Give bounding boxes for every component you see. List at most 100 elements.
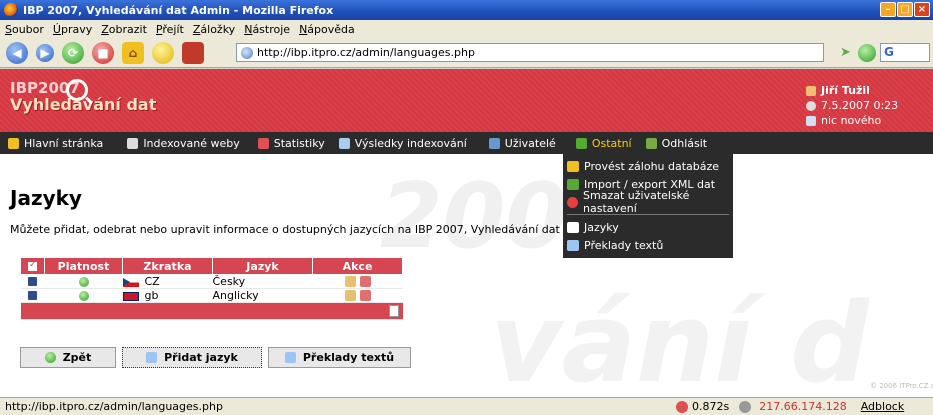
go-arrow-icon[interactable]: ➤ <box>840 45 858 61</box>
table-row: CZ Česky <box>20 274 403 289</box>
nav-label: Odhlásit <box>661 136 708 150</box>
minimize-button[interactable]: – <box>880 2 896 17</box>
menu-nastroje[interactable]: Nástroje <box>244 23 290 36</box>
news-text[interactable]: nic nového <box>821 113 881 128</box>
clock-icon <box>806 100 816 111</box>
flag-cz-icon <box>122 277 139 287</box>
menu-bar: Soubor Úpravy Zobrazit Přejít Záložky Ná… <box>0 20 933 38</box>
delete-icon[interactable] <box>359 290 371 301</box>
language-code: gb <box>144 289 159 302</box>
back-button[interactable]: Zpět <box>20 347 116 368</box>
back-arrow-icon <box>44 352 56 363</box>
translations-button[interactable]: Překlady textů <box>268 347 411 368</box>
book-icon <box>127 137 139 149</box>
nav-item-indexovane-weby[interactable]: Indexované weby <box>119 136 240 150</box>
col-zkratka: Zkratka <box>122 257 213 275</box>
nav-item-ostatni[interactable]: Ostatní <box>568 137 632 150</box>
back-icon[interactable]: ◀ <box>6 41 28 64</box>
language-name: Česky <box>212 274 313 289</box>
nav-item-statistiky[interactable]: Statistiky <box>250 137 325 150</box>
magnifier-icon <box>66 79 88 101</box>
navigation-toolbar: ◀ ▶ ⟳ ■ ⌂ http://ibp.itpro.cz/admin/lang… <box>0 38 933 68</box>
home-icon[interactable]: ⌂ <box>122 41 144 64</box>
maximize-button[interactable]: □ <box>897 2 913 17</box>
ostatni-dropdown: Provést zálohu databáze Import / export … <box>563 154 733 258</box>
menu-item-reset[interactable]: Smazat uživatelské nastavení <box>563 189 733 215</box>
delete-icon[interactable] <box>359 276 371 287</box>
close-button[interactable]: × <box>914 2 930 17</box>
page-icon[interactable] <box>388 305 399 317</box>
user-icon <box>806 85 816 96</box>
menu-prejit[interactable]: Přejít <box>156 23 184 36</box>
col-akce: Akce <box>312 257 403 275</box>
nav-item-vysledky-indexovani[interactable]: Výsledky indexování <box>331 137 467 150</box>
nav-item-uzivatele[interactable]: Uživatelé <box>481 137 556 150</box>
status-url: http://ibp.itpro.cz/admin/languages.php <box>5 400 223 413</box>
nav-item-hlavni-stranka[interactable]: Hlavní stránka <box>0 137 103 150</box>
delete-circle-icon <box>567 196 578 208</box>
row-checkbox[interactable] <box>28 291 37 300</box>
user-name: Jiří Tužil <box>821 84 870 97</box>
puzzle-icon <box>575 137 587 149</box>
nav-item-odhlasit[interactable]: Odhlásit <box>638 136 708 150</box>
user-info: Jiří Tužil 7.5.2007 0:23 nic nového <box>806 83 898 128</box>
adblock-label[interactable]: Adblock <box>861 400 905 413</box>
status-bar: http://ibp.itpro.cz/admin/languages.php … <box>0 397 933 415</box>
status-right: 0.872s 217.66.174.128 Adblock <box>676 400 904 413</box>
nav-label: Indexované weby <box>143 136 240 150</box>
users-icon <box>488 137 500 149</box>
bulb-icon[interactable] <box>152 41 174 64</box>
language-name: Anglicky <box>212 288 313 303</box>
ip-address: 217.66.174.128 <box>759 400 847 413</box>
edit-icon[interactable] <box>344 290 356 301</box>
datetime: 7.5.2007 0:23 <box>821 99 899 112</box>
reload-icon[interactable]: ⟳ <box>62 41 84 64</box>
valid-icon <box>78 290 89 301</box>
add-language-button[interactable]: Přidat jazyk <box>122 347 262 368</box>
table-header-row: Platnost Zkratka Jazyk Akce <box>20 257 403 275</box>
language-code: CZ <box>144 275 160 288</box>
menu-soubor[interactable]: Soubor <box>5 23 44 36</box>
timer-icon <box>676 400 688 413</box>
menu-zalozky[interactable]: Záložky <box>193 23 235 36</box>
stop-icon[interactable]: ■ <box>92 41 114 64</box>
web-page: IBP2007 Vyhledávání dat Jiří Tužil 7.5.2… <box>0 69 933 397</box>
google-icon: G <box>884 45 894 59</box>
page-title: Jazyky <box>10 186 82 210</box>
address-bar[interactable]: http://ibp.itpro.cz/admin/languages.php <box>236 43 824 62</box>
menu-zobrazit[interactable]: Zobrazit <box>101 23 147 36</box>
window-title-bar: IBP 2007, Vyhledávání dat Admin - Mozill… <box>0 0 933 20</box>
edit-icon[interactable] <box>344 276 356 287</box>
bookmark-icon[interactable] <box>182 41 204 64</box>
languages-table: Platnost Zkratka Jazyk Akce CZ Česky gb … <box>20 257 403 320</box>
menu-item-translations[interactable]: Překlady textů <box>563 236 733 254</box>
globe-icon <box>241 46 253 59</box>
menu-napoveda[interactable]: Nápověda <box>299 23 355 36</box>
menu-item-label: Jazyky <box>584 220 619 234</box>
select-all-header[interactable] <box>20 257 45 275</box>
menu-item-label: Smazat uživatelské nastavení <box>583 189 690 215</box>
menu-item-backup[interactable]: Provést zálohu databáze <box>563 157 733 175</box>
firefox-icon <box>4 3 18 17</box>
add-language-label: Přidat jazyk <box>164 351 238 364</box>
news-icon <box>806 115 816 126</box>
row-checkbox[interactable] <box>28 277 37 286</box>
menu-item-languages[interactable]: Jazyky <box>563 218 733 236</box>
flag-gb-icon <box>122 291 139 301</box>
col-platnost: Platnost <box>44 257 123 275</box>
home-icon <box>8 137 19 149</box>
chart-icon <box>257 137 269 149</box>
forward-icon[interactable]: ▶ <box>36 43 54 62</box>
select-all-checkbox[interactable] <box>28 260 37 271</box>
shield-icon <box>567 160 579 172</box>
window-title: IBP 2007, Vyhledávání dat Admin - Mozill… <box>23 3 334 17</box>
speech-bubble-icon <box>567 221 579 233</box>
logo-line2: Vyhledávání dat <box>10 95 157 114</box>
document-icon <box>338 137 350 149</box>
go-button[interactable] <box>858 44 876 62</box>
valid-icon <box>78 276 89 287</box>
main-navigation: Hlavní stránka Indexované weby Statistik… <box>0 132 933 154</box>
network-icon <box>739 400 752 413</box>
menu-upravy[interactable]: Úpravy <box>53 23 92 36</box>
search-box[interactable]: G <box>880 43 930 62</box>
